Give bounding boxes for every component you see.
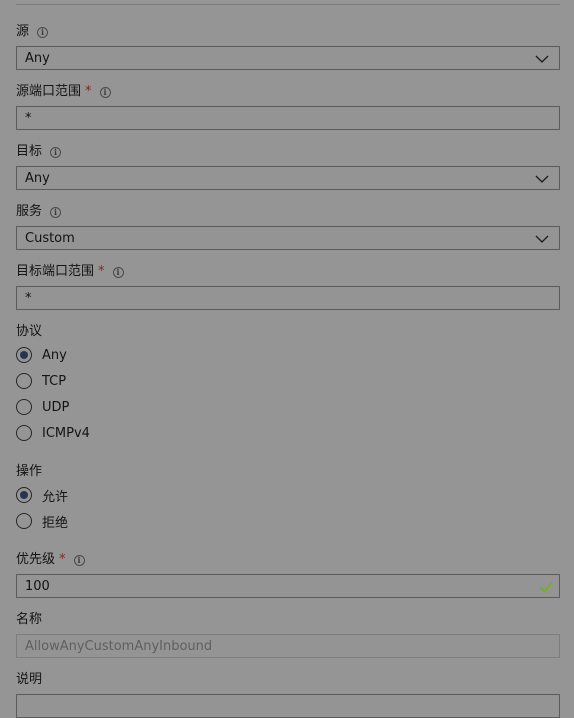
protocol-label: 协议: [16, 324, 43, 339]
source-port-field: 源端口范围 * i: [16, 82, 560, 102]
priority-value: 100: [25, 578, 50, 594]
name-label-row: 名称: [16, 610, 560, 630]
description-label-row: 说明: [16, 670, 560, 690]
source-port-input[interactable]: *: [16, 106, 560, 130]
description-field: 说明: [16, 670, 560, 690]
info-icon[interactable]: i: [73, 554, 85, 566]
service-dropdown[interactable]: Custom: [16, 226, 560, 250]
info-icon[interactable]: i: [99, 86, 111, 98]
action-radio-deny[interactable]: 拒绝: [16, 511, 68, 531]
source-port-label: 源端口范围: [16, 84, 82, 99]
info-icon[interactable]: i: [37, 26, 49, 38]
checkmark-icon: [540, 582, 553, 593]
protocol-option-label: ICMPv4: [42, 425, 90, 441]
destination-label: 目标: [16, 144, 43, 159]
radio-unselected-icon[interactable]: [16, 373, 32, 389]
dest-port-input[interactable]: *: [16, 286, 560, 310]
service-label-row: 服务 i: [16, 202, 560, 222]
description-input[interactable]: [16, 694, 560, 718]
protocol-radio-any[interactable]: Any: [16, 345, 67, 365]
radio-unselected-icon[interactable]: [16, 425, 32, 441]
required-marker: *: [98, 264, 105, 279]
chevron-down-icon: [535, 55, 549, 63]
dest-port-label: 目标端口范围: [16, 264, 95, 279]
priority-field: 优先级 * i: [16, 550, 560, 570]
required-marker: *: [59, 552, 66, 567]
action-label: 操作: [16, 464, 43, 479]
protocol-option-label: UDP: [42, 399, 70, 415]
name-label: 名称: [16, 612, 43, 627]
dest-port-field: 目标端口范围 * i: [16, 262, 560, 282]
info-icon[interactable]: i: [112, 266, 124, 278]
source-label-row: 源 i: [16, 22, 560, 42]
protocol-radio-tcp[interactable]: TCP: [16, 371, 66, 391]
service-field: 服务 i: [16, 202, 560, 222]
description-label: 说明: [16, 672, 43, 687]
name-value: AllowAnyCustomAnyInbound: [25, 638, 213, 654]
source-value: Any: [25, 50, 50, 66]
source-label: 源: [16, 24, 30, 39]
action-radio-allow[interactable]: 允许: [16, 485, 68, 505]
info-icon[interactable]: i: [50, 146, 62, 158]
name-field: 名称: [16, 610, 560, 630]
name-input[interactable]: AllowAnyCustomAnyInbound: [16, 634, 560, 658]
protocol-radio-udp[interactable]: UDP: [16, 397, 69, 417]
destination-field: 目标 i: [16, 142, 560, 162]
protocol-field: 协议: [16, 322, 560, 342]
source-dropdown[interactable]: Any: [16, 46, 560, 70]
source-port-value: *: [25, 110, 32, 126]
radio-unselected-icon[interactable]: [16, 399, 32, 415]
destination-label-row: 目标 i: [16, 142, 560, 162]
dest-port-label-row: 目标端口范围 * i: [16, 262, 560, 282]
destination-dropdown[interactable]: Any: [16, 166, 560, 190]
source-port-label-row: 源端口范围 * i: [16, 82, 560, 102]
priority-input[interactable]: 100: [16, 574, 560, 598]
dest-port-value: *: [25, 290, 32, 306]
protocol-label-row: 协议: [16, 322, 560, 342]
protocol-radio-icmpv4[interactable]: ICMPv4: [16, 423, 90, 443]
source-field: 源 i: [16, 22, 560, 42]
service-value: Custom: [25, 230, 75, 246]
required-marker: *: [85, 84, 92, 99]
radio-selected-icon[interactable]: [16, 347, 32, 363]
chevron-down-icon: [535, 235, 549, 243]
chevron-down-icon: [535, 175, 549, 183]
action-label-row: 操作: [16, 462, 560, 482]
radio-unselected-icon[interactable]: [16, 513, 32, 529]
action-field: 操作: [16, 462, 560, 482]
info-icon[interactable]: i: [50, 206, 62, 218]
priority-label: 优先级: [16, 552, 56, 567]
priority-label-row: 优先级 * i: [16, 550, 560, 570]
action-option-label: 允许: [42, 489, 69, 505]
protocol-option-label: Any: [42, 347, 67, 363]
destination-value: Any: [25, 170, 50, 186]
service-label: 服务: [16, 204, 43, 219]
action-option-label: 拒绝: [42, 515, 69, 531]
radio-selected-icon[interactable]: [16, 487, 32, 503]
protocol-option-label: TCP: [42, 373, 67, 389]
top-divider: [16, 4, 560, 5]
